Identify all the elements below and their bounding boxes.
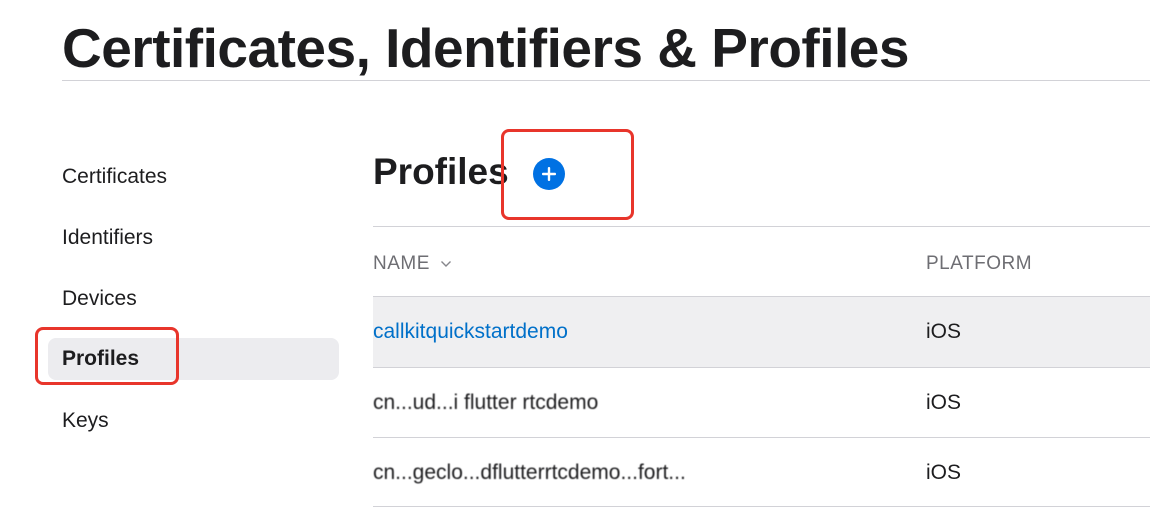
table-row[interactable]: cn...ud...i flutter rtcdemo iOS	[373, 368, 1150, 438]
highlight-box-add-button	[501, 129, 634, 220]
sidebar-item-label: Identifiers	[62, 226, 154, 249]
highlight-box-profiles-nav	[35, 327, 179, 385]
page-title: Certificates, Identifiers & Profiles	[62, 17, 910, 79]
column-header-name[interactable]: NAME	[373, 250, 452, 278]
chevron-down-icon	[440, 260, 451, 267]
profile-platform: iOS	[926, 320, 962, 343]
sidebar-item-certificates[interactable]: Certificates	[48, 156, 339, 198]
column-header-label: PLATFORM	[926, 253, 1033, 274]
sidebar-item-keys[interactable]: Keys	[48, 400, 339, 442]
sidebar-item-label: Keys	[62, 409, 109, 432]
profile-name-link[interactable]: callkitquickstartdemo	[373, 318, 568, 346]
sidebar-item-identifiers[interactable]: Identifiers	[48, 217, 339, 259]
table-divider	[373, 226, 1150, 227]
profile-name-redacted[interactable]: cn...ud...i flutter rtcdemo	[373, 389, 598, 417]
sidebar-item-devices[interactable]: Devices	[48, 278, 339, 320]
profile-name-redacted[interactable]: cn...geclo...dflutterrtcdemo...fort...	[373, 459, 686, 487]
table-divider	[373, 506, 1150, 507]
profile-platform: iOS	[926, 461, 962, 484]
title-divider	[62, 80, 1150, 81]
table-row[interactable]: callkitquickstartdemo iOS	[373, 297, 1150, 367]
column-header-platform[interactable]: PLATFORM	[926, 250, 1032, 278]
table-row[interactable]: cn...geclo...dflutterrtcdemo...fort... i…	[373, 438, 1150, 508]
column-header-label: NAME	[373, 253, 430, 274]
section-title: Profiles	[373, 151, 509, 192]
sidebar-item-label: Certificates	[62, 165, 168, 188]
sidebar-item-label: Devices	[62, 287, 137, 310]
profile-platform: iOS	[926, 391, 962, 414]
